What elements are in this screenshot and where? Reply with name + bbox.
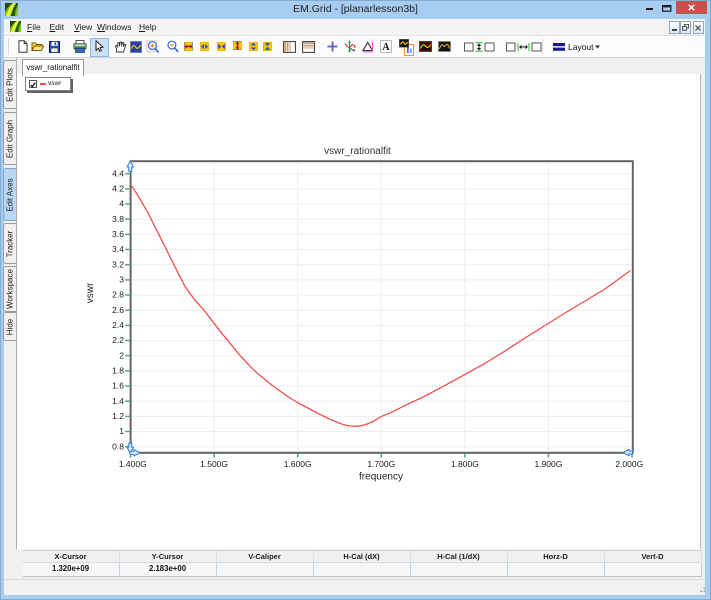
- svg-text:A: A: [382, 42, 390, 53]
